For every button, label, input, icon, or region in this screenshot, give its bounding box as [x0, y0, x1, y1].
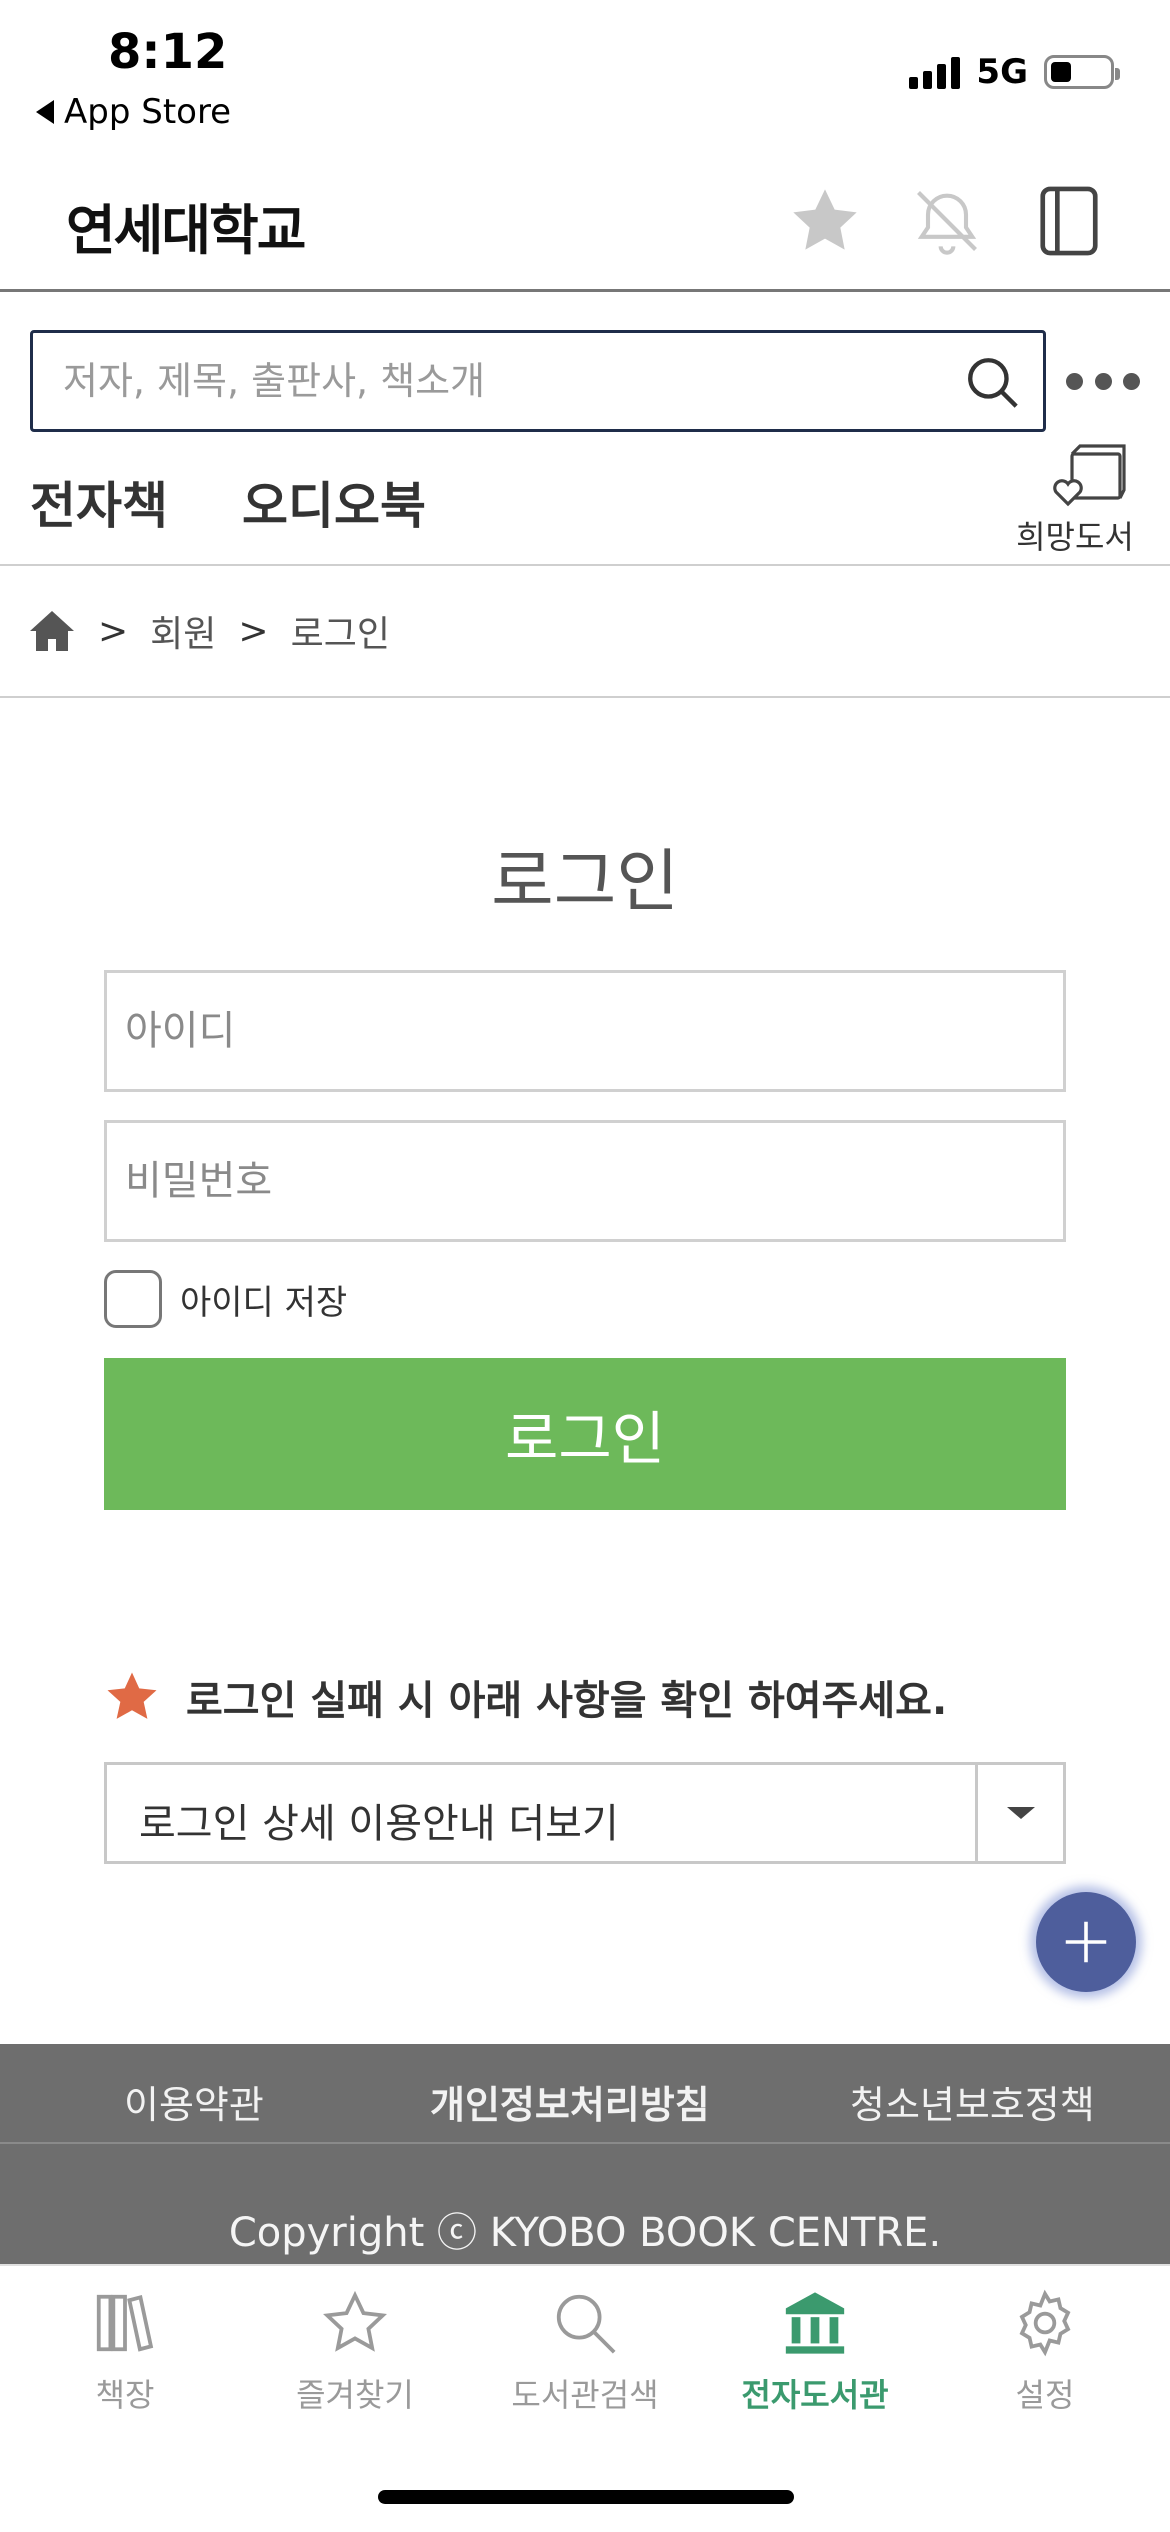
- nav-item-library-search[interactable]: 도서관검색: [475, 2288, 695, 2438]
- search-icon[interactable]: [963, 353, 1021, 411]
- home-icon[interactable]: [28, 609, 76, 653]
- remember-id-checkbox[interactable]: [104, 1270, 162, 1328]
- search-input[interactable]: [63, 333, 963, 429]
- star-icon[interactable]: [780, 176, 870, 266]
- footer-link-terms[interactable]: 이용약관: [124, 2074, 264, 2129]
- remember-id[interactable]: 아이디 저장: [104, 1270, 347, 1328]
- nav-label: 전자도서관: [741, 2376, 889, 2414]
- nav-item-bookshelf[interactable]: 책장: [15, 2288, 235, 2438]
- home-indicator: [378, 2490, 794, 2504]
- remember-id-label: 아이디 저장: [180, 1282, 348, 1323]
- login-button[interactable]: 로그인: [104, 1358, 1066, 1510]
- breadcrumb-item-login: 로그인: [290, 614, 390, 655]
- nav-label: 책장: [95, 2376, 155, 2414]
- login-notice: 로그인 실패 시 아래 사항을 확인 하여주세요.: [104, 1668, 947, 1726]
- bookshelf-icon: [96, 2294, 154, 2352]
- add-fab-button[interactable]: [1036, 1892, 1136, 1992]
- signal-icon: [909, 55, 961, 89]
- login-guide-select[interactable]: 로그인 상세 이용안내 더보기: [104, 1762, 1066, 1864]
- nav-item-settings[interactable]: 설정: [935, 2288, 1155, 2438]
- back-to-app-store[interactable]: App Store: [36, 92, 231, 132]
- login-guide-selected: 로그인 상세 이용안내 더보기: [139, 1801, 619, 1847]
- notice-star-icon: [107, 1672, 157, 1719]
- breadcrumb: > 회원 > 로그인: [0, 566, 1170, 698]
- bell-off-icon[interactable]: [902, 176, 992, 266]
- breadcrumb-item-member[interactable]: 회원: [150, 605, 216, 657]
- footer-link-youth[interactable]: 청소년보호정책: [850, 2074, 1095, 2129]
- nav-label: 설정: [1015, 2376, 1075, 2414]
- more-options-button[interactable]: [1066, 366, 1140, 396]
- nav-label: 즐겨찾기: [296, 2376, 414, 2414]
- footer-links: 이용약관 개인정보처리방침 청소년보호정책: [0, 2044, 1170, 2144]
- nav-item-e-library[interactable]: 전자도서관: [705, 2288, 925, 2438]
- status-bar: 8:12 App Store 5G: [0, 0, 1170, 150]
- password-field: [104, 1120, 1066, 1242]
- breadcrumb-separator: >: [98, 610, 129, 652]
- tab-ebook[interactable]: 전자책: [30, 466, 168, 538]
- back-label: App Store: [64, 92, 232, 132]
- battery-icon: [1044, 55, 1120, 89]
- nav-item-favorites[interactable]: 즐겨찾기: [245, 2288, 465, 2438]
- copyright: Copyright ⓒ KYOBO BOOK CENTRE.: [228, 2210, 942, 2256]
- network-label: 5G: [976, 52, 1028, 92]
- tab-audiobook[interactable]: 오디오북: [242, 466, 426, 538]
- wish-book-button[interactable]: 희망도서: [1010, 444, 1140, 562]
- nav-label: 도서관검색: [511, 2376, 659, 2414]
- notice-text: 로그인 실패 시 아래 사항을 확인 하여주세요.: [186, 1678, 948, 1724]
- id-input[interactable]: [107, 973, 1063, 1089]
- star-outline-icon: [323, 2290, 387, 2352]
- chevron-down-icon[interactable]: [975, 1765, 1063, 1861]
- login-title: 로그인: [491, 843, 679, 922]
- gear-icon: [1019, 2289, 1071, 2357]
- plus-icon: [1065, 1921, 1107, 1963]
- brand-title: 연세대학교: [66, 199, 306, 262]
- app-header: 연세대학교: [0, 150, 1170, 292]
- status-indicators: 5G: [909, 52, 1120, 92]
- wish-book-label: 희망도서: [1016, 518, 1134, 556]
- id-field: [104, 970, 1066, 1092]
- wish-book-icon: [1053, 444, 1126, 507]
- search-icon: [556, 2294, 616, 2354]
- book-icon[interactable]: [1024, 176, 1114, 266]
- library-icon: [785, 2292, 845, 2354]
- status-time: 8:12: [108, 24, 228, 80]
- password-input[interactable]: [107, 1123, 1063, 1239]
- category-tabs: 전자책 오디오북 희망도서: [0, 440, 1170, 566]
- footer: 이용약관 개인정보처리방침 청소년보호정책 Copyright ⓒ KYOBO …: [0, 2044, 1170, 2264]
- search-box: [30, 330, 1046, 432]
- footer-link-privacy[interactable]: 개인정보처리방침: [430, 2074, 710, 2129]
- breadcrumb-separator: >: [238, 610, 269, 652]
- back-arrow-icon: [36, 100, 54, 124]
